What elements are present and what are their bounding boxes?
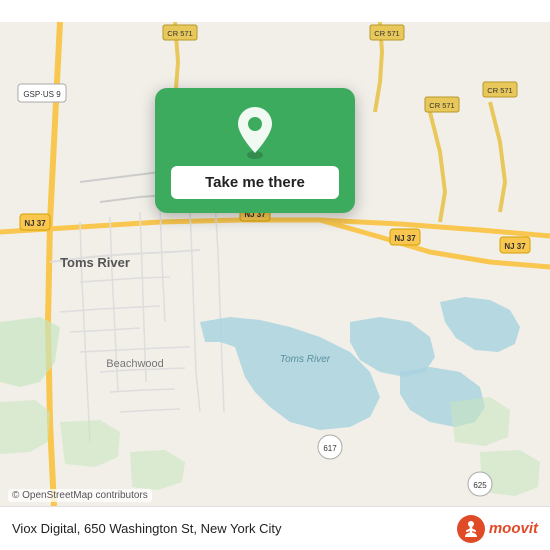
- svg-text:NJ 37: NJ 37: [24, 219, 46, 228]
- moovit-logo: moovit: [457, 515, 538, 543]
- svg-text:625: 625: [473, 481, 487, 490]
- take-me-there-button[interactable]: Take me there: [171, 166, 339, 199]
- svg-text:CR 571: CR 571: [167, 29, 192, 38]
- location-pin-icon: [229, 106, 281, 158]
- address-text: Viox Digital, 650 Washington St, New Yor…: [12, 521, 457, 536]
- svg-text:NJ 37: NJ 37: [504, 242, 526, 251]
- svg-text:CR 571: CR 571: [374, 29, 399, 38]
- svg-text:CR 571: CR 571: [487, 86, 512, 95]
- svg-text:CR 571: CR 571: [429, 101, 454, 110]
- svg-text:GSP·US 9: GSP·US 9: [23, 90, 61, 99]
- osm-credit: © OpenStreetMap contributors: [8, 489, 152, 502]
- location-card: Take me there: [155, 88, 355, 213]
- moovit-wordmark: moovit: [489, 520, 538, 537]
- svg-text:Toms River: Toms River: [60, 255, 130, 270]
- svg-text:Beachwood: Beachwood: [106, 358, 164, 370]
- svg-text:NJ 37: NJ 37: [394, 234, 416, 243]
- map-svg: GSP·US 9 NJ 37 NJ 37 NJ 37 NJ 37 CR 571 …: [0, 0, 550, 550]
- moovit-brand-icon: [457, 515, 485, 543]
- svg-text:Toms River: Toms River: [280, 354, 331, 365]
- svg-text:617: 617: [323, 444, 337, 453]
- map-container: GSP·US 9 NJ 37 NJ 37 NJ 37 NJ 37 CR 571 …: [0, 0, 550, 550]
- bottom-bar: Viox Digital, 650 Washington St, New Yor…: [0, 506, 550, 550]
